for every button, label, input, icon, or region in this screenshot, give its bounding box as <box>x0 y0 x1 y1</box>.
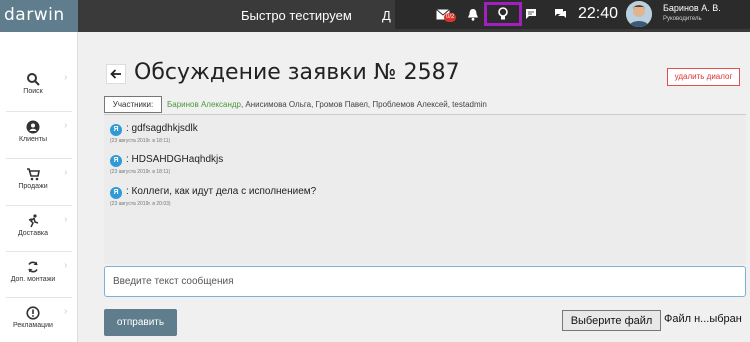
sidebar-item-label: Продажи <box>18 183 48 190</box>
message-date: (23 августа 2019г. в 18:11) <box>110 169 171 175</box>
sidebar-item-label: Поиск <box>23 88 43 95</box>
topbar-title-overflow: Д <box>382 8 391 23</box>
sidebar-item-complaints[interactable]: Рекламации › <box>0 300 78 342</box>
page-title: Обсуждение заявки № 2587 <box>134 60 460 85</box>
author-avatar: Я <box>110 155 122 167</box>
sidebar-divider <box>6 251 72 252</box>
sidebar-item-delivery[interactable]: Доставка › <box>0 208 78 256</box>
delete-dialog-button[interactable]: удалить диалог <box>667 68 740 86</box>
sidebar-divider <box>6 158 72 159</box>
chevron-right-icon: › <box>64 214 68 225</box>
back-button[interactable] <box>106 64 126 84</box>
comment-icon[interactable] <box>520 3 542 25</box>
sidebar-item-clients[interactable]: Клиенты › <box>0 114 78 162</box>
person-icon <box>26 120 40 134</box>
search-icon <box>27 73 40 86</box>
choose-file-button[interactable]: Выберите файл <box>562 310 661 331</box>
chat-icon[interactable] <box>549 3 571 25</box>
sidebar-item-label: Рекламации <box>13 322 53 329</box>
user-avatar[interactable] <box>626 1 652 27</box>
chevron-right-icon: › <box>64 306 68 317</box>
message-text: : HDSAHDGHaqhdkjs <box>126 154 224 165</box>
chat-history[interactable]: Я : gdfsagdhkjsdlk (23 августа 2019г. в … <box>104 114 746 264</box>
top-bar: darwin Быстро тестируем Д 0/2 22:40 Бари… <box>0 0 750 32</box>
message-date: (23 августа 2019г. в 18:11) <box>110 138 171 144</box>
mail-icon[interactable]: 0/2 <box>432 3 457 25</box>
sidebar-divider <box>6 205 72 206</box>
send-button[interactable]: отправить <box>104 309 177 336</box>
chevron-right-icon: › <box>64 260 68 271</box>
participants-label: Участники: <box>104 96 162 113</box>
sidebar-item-label: Доп. монтажи <box>10 276 56 283</box>
chevron-right-icon: › <box>64 120 68 131</box>
author-avatar: Я <box>110 187 122 199</box>
author-avatar: Я <box>110 124 122 136</box>
sidebar-divider <box>6 111 72 112</box>
topbar-title: Быстро тестируем <box>241 8 352 23</box>
sidebar-item-search[interactable]: Поиск › <box>0 66 78 114</box>
clock: 22:40 <box>578 5 619 22</box>
file-status: Файл н...ыбран <box>664 313 742 325</box>
participant-first[interactable]: Баринов Александр <box>167 100 241 109</box>
runner-icon <box>28 214 39 228</box>
sidebar-item-extra-installations[interactable]: Доп. монтажи › <box>0 254 78 302</box>
chevron-right-icon: › <box>64 72 68 83</box>
sidebar: Поиск › Клиенты › Продажи › Доставка › Д… <box>0 32 78 342</box>
participant-others: , Анисимова Ольга, Громов Павел, Проблем… <box>240 100 487 109</box>
mail-badge: 0/2 <box>444 13 457 22</box>
arrow-left-icon <box>110 69 121 79</box>
participants-list: Баринов Александр, Анисимова Ольга, Гром… <box>167 100 487 109</box>
refresh-icon <box>28 261 38 273</box>
message-text: : gdfsagdhkjsdlk <box>126 123 198 134</box>
message-date: (23 августа 2019г. в 20:03) <box>110 201 171 207</box>
lightbulb-highlight <box>484 2 522 26</box>
brand-logo[interactable]: darwin <box>0 0 78 32</box>
sidebar-item-sales[interactable]: Продажи › <box>0 161 78 209</box>
message-text: : Коллеги, как идут дела с исполнением? <box>126 186 317 197</box>
chevron-right-icon: › <box>64 167 68 178</box>
alert-icon <box>26 306 40 320</box>
sidebar-divider <box>6 297 72 298</box>
user-role: Руководитель <box>663 16 702 22</box>
bell-icon[interactable] <box>462 3 484 25</box>
cart-icon <box>27 168 40 181</box>
user-name[interactable]: Баринов А. В. <box>663 3 721 13</box>
message-input[interactable] <box>104 266 746 297</box>
sidebar-item-label: Доставка <box>17 230 49 237</box>
sidebar-item-label: Клиенты <box>18 136 48 143</box>
